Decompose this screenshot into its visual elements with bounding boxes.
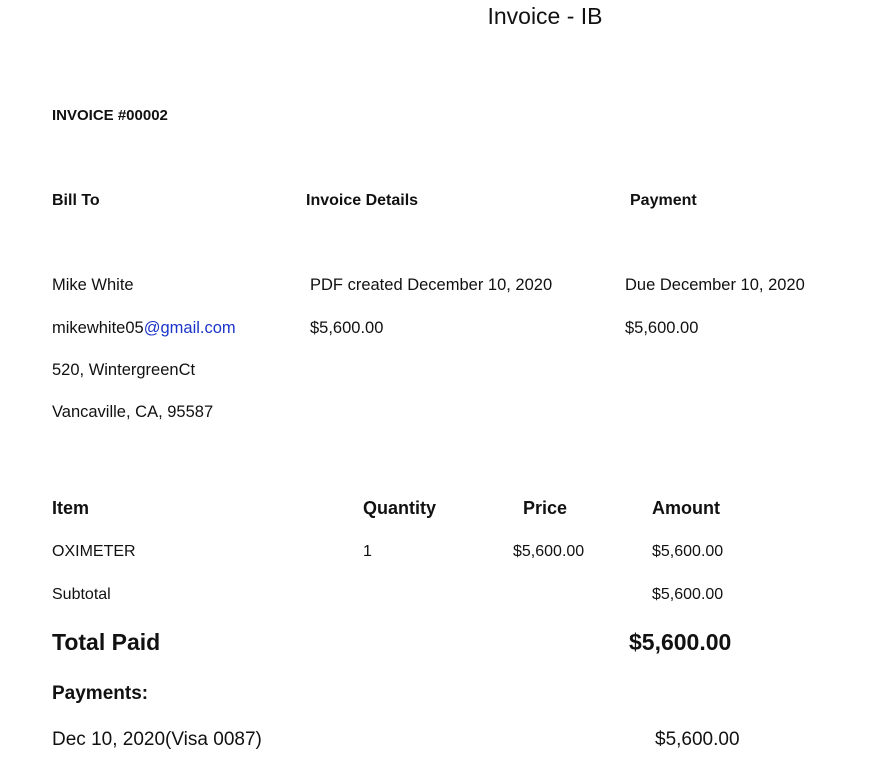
table-row-quantity: 1 xyxy=(363,543,372,560)
payment-entry-amount: $5,600.00 xyxy=(655,729,740,750)
document-title: Invoice - IB xyxy=(487,3,603,29)
items-header-quantity: Quantity xyxy=(363,498,437,518)
payment-heading: Payment xyxy=(630,192,697,209)
items-header-item: Item xyxy=(52,498,90,518)
items-header-amount: Amount xyxy=(652,498,720,518)
invoice-details-amount: $5,600.00 xyxy=(310,319,384,337)
email-domain-link[interactable]: @gmail.com xyxy=(144,319,236,337)
bill-to-name: Mike White xyxy=(52,276,134,294)
table-row-amount: $5,600.00 xyxy=(652,543,724,560)
invoice-created-date: PDF created December 10, 2020 xyxy=(310,276,553,294)
bill-to-address-line1: 520, WintergreenCt xyxy=(52,361,196,379)
payment-due-date: Due December 10, 2020 xyxy=(625,276,805,294)
invoice-details-heading: Invoice Details xyxy=(306,192,419,209)
invoice-page: { "document": { "title": "Invoice - IB",… xyxy=(0,0,873,766)
subtotal-value: $5,600.00 xyxy=(652,586,724,603)
bill-to-heading: Bill To xyxy=(52,192,100,209)
bill-to-address-line2: Vancaville, CA, 95587 xyxy=(52,403,214,421)
total-paid-value: $5,600.00 xyxy=(629,629,732,655)
payment-entry-description: Dec 10, 2020(Visa 0087) xyxy=(52,729,262,750)
payment-amount: $5,600.00 xyxy=(625,319,699,337)
table-row-item: OXIMETER xyxy=(52,543,136,560)
bill-to-email[interactable]: mikewhite05@gmail.com xyxy=(52,319,236,338)
items-header-price: Price xyxy=(523,498,568,518)
invoice-number: INVOICE #00002 xyxy=(52,107,168,124)
table-row-price: $5,600.00 xyxy=(513,543,585,560)
email-local-part: mikewhite05 xyxy=(52,319,144,337)
subtotal-label: Subtotal xyxy=(52,586,111,603)
total-paid-label: Total Paid xyxy=(52,629,161,655)
payments-label: Payments: xyxy=(52,683,149,704)
